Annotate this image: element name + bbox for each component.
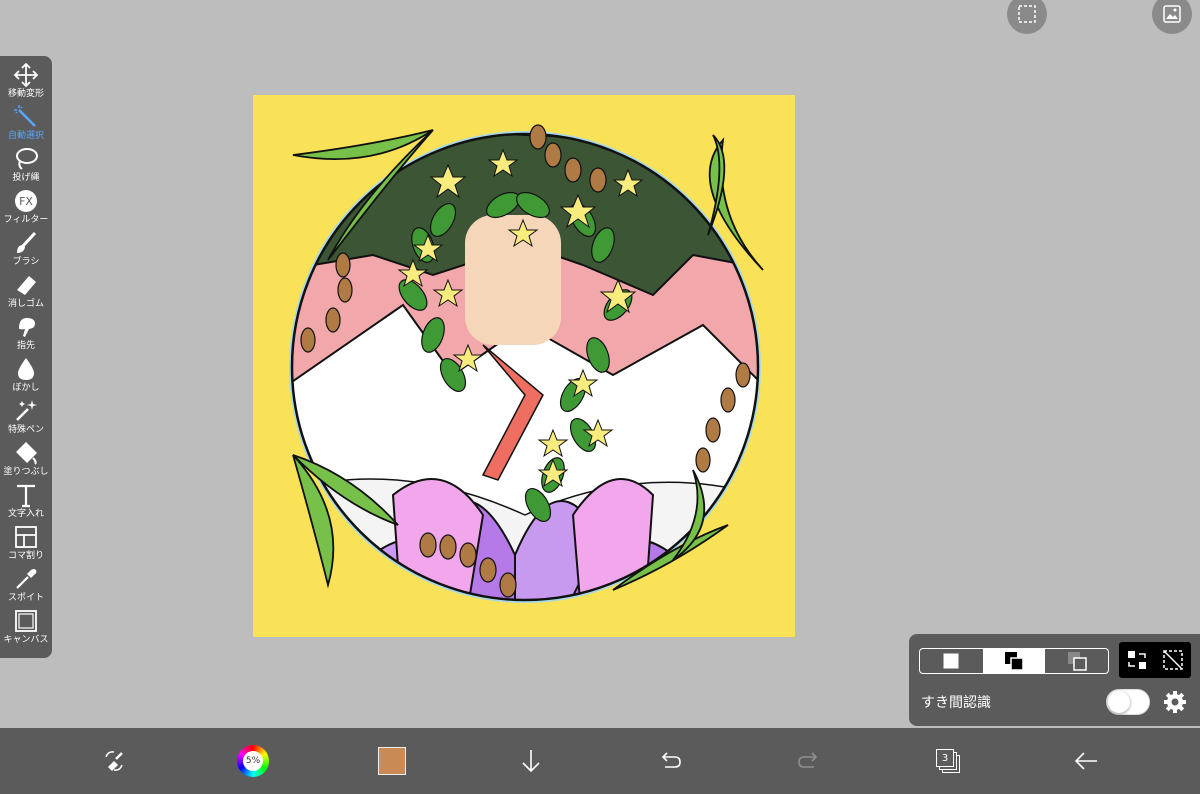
material-button[interactable] [1152, 0, 1192, 34]
undo-icon [661, 752, 681, 768]
gap-detection-toggle[interactable] [1106, 689, 1150, 715]
selection-layer-button[interactable] [1007, 0, 1047, 34]
brush-icon [17, 231, 37, 253]
layers-button[interactable]: 3 [928, 738, 968, 784]
tool-special-button[interactable]: 特殊ペン [0, 398, 52, 440]
tool-label: 文字入れ [7, 509, 44, 519]
svg-text:FX: FX [19, 195, 33, 208]
brush-opacity-value: 5% [243, 751, 263, 771]
single-square-icon [943, 653, 959, 669]
tool-label: 塗りつぶし [3, 467, 49, 477]
redo-icon [798, 752, 818, 768]
arrow-down-icon [522, 750, 540, 773]
auto-select-panel: すき間認識 [909, 634, 1200, 726]
lasso-icon [16, 148, 38, 170]
tool-label: キャンバス [3, 635, 49, 645]
tool-filter-button[interactable]: FX フィルター [0, 188, 52, 230]
redo-button[interactable] [789, 738, 829, 784]
bottom-toolbar: 5% 3 [0, 728, 1200, 794]
magic-wand-icon [14, 105, 36, 127]
tool-frame-button[interactable]: コマ割り [0, 524, 52, 566]
text-icon [17, 484, 35, 508]
tool-move-button[interactable]: 移動変形 [0, 62, 52, 104]
dashed-rect-icon [1018, 5, 1036, 23]
tool-lasso-button[interactable]: 投げ縄 [0, 146, 52, 188]
gap-detection-label: すき間認識 [921, 695, 991, 711]
tool-canvas-button[interactable]: キャンバス [0, 608, 52, 650]
tool-label: コマ割り [7, 551, 44, 561]
brush-eraser-toggle-button[interactable] [94, 738, 134, 784]
canvas-icon [15, 610, 37, 632]
move-icon [13, 62, 39, 88]
tool-eyedropper-button[interactable]: スポイト [0, 566, 52, 608]
selection-mode-segment [919, 648, 1109, 674]
drop-icon [18, 358, 34, 380]
sparkle-pen-icon [16, 400, 37, 421]
download-button[interactable] [511, 738, 551, 784]
layers-icon: 3 [936, 749, 960, 773]
tool-label: 自動選択 [7, 131, 44, 141]
back-button[interactable] [1066, 738, 1106, 784]
mode-new-button[interactable] [920, 649, 983, 673]
current-color-swatch [378, 747, 406, 775]
mode-add-button[interactable] [982, 649, 1046, 673]
reference-mode-buttons [1119, 642, 1191, 678]
bucket-icon [16, 442, 37, 465]
tool-label: 消しゴム [7, 299, 44, 309]
brush-eraser-swap-icon [105, 751, 123, 771]
drawing-canvas[interactable] [253, 95, 795, 637]
tool-autoselect-button[interactable]: 自動選択 [0, 104, 52, 146]
eraser-icon [17, 276, 36, 295]
tool-fill-button[interactable]: 塗りつぶし [0, 440, 52, 482]
tool-label: ブラシ [12, 257, 40, 267]
tool-brush-button[interactable]: ブラシ [0, 230, 52, 272]
dashed-diagonal-icon [1163, 650, 1183, 670]
artwork [253, 95, 795, 637]
subtract-squares-icon [1067, 652, 1087, 671]
swap-squares-icon [1128, 651, 1146, 669]
color-wheel-icon: 5% [237, 745, 269, 777]
tool-eraser-button[interactable]: 消しゴム [0, 272, 52, 314]
canvas-select-button[interactable] [1155, 642, 1191, 678]
tool-label: スポイト [7, 593, 44, 603]
tool-text-button[interactable]: 文字入れ [0, 482, 52, 524]
tool-palette: 移動変形自動選択投げ縄 FX フィルターブラシ消しゴム指先ぼかし特殊ペン塗りつぶし文… [0, 56, 52, 658]
color-wheel-button[interactable]: 5% [233, 738, 273, 784]
frame-divide-icon [15, 526, 37, 548]
tool-smudge-button[interactable]: 指先 [0, 314, 52, 356]
tool-label: フィルター [3, 215, 49, 225]
eyedropper-icon [16, 569, 37, 589]
tool-blur-button[interactable]: ぼかし [0, 356, 52, 398]
gear-icon[interactable] [1163, 690, 1187, 714]
tool-label: ぼかし [12, 383, 40, 393]
undo-button[interactable] [650, 738, 690, 784]
finger-icon [19, 318, 35, 337]
tool-label: 特殊ペン [7, 425, 44, 435]
current-color-button[interactable] [372, 738, 412, 784]
tool-label: 移動変形 [7, 89, 44, 99]
image-icon [1163, 5, 1181, 23]
mode-subtract-button[interactable] [1045, 649, 1108, 673]
reference-layer-button[interactable] [1119, 642, 1155, 678]
fx-icon: FX [15, 190, 37, 212]
tool-label: 指先 [16, 341, 35, 351]
arrow-left-icon [1074, 752, 1097, 770]
layer-count: 3 [936, 749, 954, 767]
add-squares-icon [1005, 652, 1024, 671]
tool-label: 投げ縄 [12, 173, 40, 183]
